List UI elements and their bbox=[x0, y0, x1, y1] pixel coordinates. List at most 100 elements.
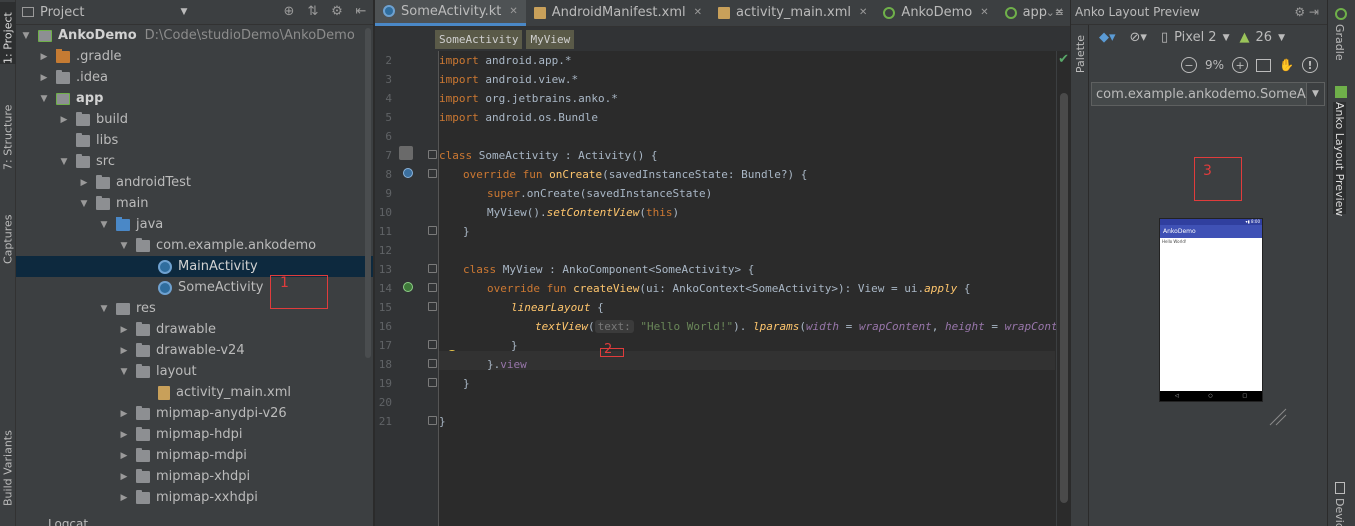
tab-gradle[interactable]: Gradle bbox=[1333, 24, 1346, 61]
tab-ankodemo[interactable]: AnkoDemo ✕ bbox=[875, 0, 996, 26]
editor-scrollbar[interactable]: ✔ bbox=[1056, 51, 1070, 526]
tree-row-androidtest[interactable]: ▶ androidTest bbox=[16, 172, 373, 193]
fold-marker-icon[interactable] bbox=[428, 264, 437, 273]
tree-row-mipmap-xxhdpi[interactable]: ▶ mipmap-xxhdpi bbox=[16, 487, 373, 508]
scroll-thumb[interactable] bbox=[1060, 93, 1068, 503]
chevron-right-icon[interactable]: ▶ bbox=[118, 346, 130, 356]
tab-captures[interactable]: Captures bbox=[0, 194, 16, 264]
fit-screen-icon[interactable] bbox=[1256, 58, 1272, 72]
tree-row-mainactivity[interactable]: MainActivity bbox=[16, 256, 373, 277]
chevron-right-icon[interactable]: ▶ bbox=[78, 178, 90, 188]
logcat-tab[interactable]: Logcat bbox=[48, 517, 88, 526]
collapse-all-icon[interactable]: ⇅ bbox=[305, 4, 321, 19]
tree-row-idea[interactable]: ▶ .idea bbox=[16, 67, 373, 88]
tree-row-src[interactable]: ▼ src bbox=[16, 151, 373, 172]
chevron-down-icon[interactable]: ▼ bbox=[1223, 33, 1230, 43]
chevron-down-icon[interactable]: ▼ bbox=[180, 7, 187, 17]
scroll-from-source-icon[interactable]: ⊕ bbox=[281, 4, 297, 19]
tree-row-mipmap-xhdpi[interactable]: ▶ mipmap-xhdpi bbox=[16, 466, 373, 487]
tree-row-mipmap-anydpi-v26[interactable]: ▶ mipmap-anydpi-v26 bbox=[16, 403, 373, 424]
tree-row-package[interactable]: ▼ com.example.ankodemo bbox=[16, 235, 373, 256]
fold-marker-icon[interactable] bbox=[428, 359, 437, 368]
chevron-down-icon[interactable]: ▼ bbox=[1306, 83, 1324, 105]
fold-marker-icon[interactable] bbox=[428, 150, 437, 159]
chevron-down-icon[interactable]: ▼ bbox=[78, 199, 90, 209]
fold-marker-icon[interactable] bbox=[428, 378, 437, 387]
chevron-right-icon[interactable]: ▶ bbox=[38, 52, 50, 62]
chevron-down-icon[interactable]: ▼ bbox=[98, 220, 110, 230]
class-select[interactable]: com.example.ankodemo.SomeActivity ▼ bbox=[1091, 82, 1325, 106]
device-icon[interactable]: ▯ bbox=[1161, 30, 1168, 45]
tab-palette[interactable]: Palette bbox=[1074, 35, 1087, 73]
layers-icon[interactable]: ◆▾ bbox=[1099, 30, 1116, 45]
chevron-right-icon[interactable]: ▶ bbox=[118, 451, 130, 461]
folder-icon bbox=[136, 426, 150, 441]
close-icon[interactable]: ✕ bbox=[694, 7, 702, 18]
tab-device[interactable]: Device bbox=[1333, 498, 1346, 526]
chevron-down-icon[interactable]: ▼ bbox=[118, 241, 130, 251]
fold-marker-icon[interactable] bbox=[428, 340, 437, 349]
chevron-down-icon[interactable]: ▼ bbox=[38, 94, 50, 104]
chevron-right-icon[interactable]: ▶ bbox=[118, 430, 130, 440]
project-view-label[interactable]: Project bbox=[40, 5, 84, 20]
device-select[interactable]: Pixel 2 bbox=[1174, 30, 1216, 45]
tab-build-variants[interactable]: Build Variants bbox=[0, 410, 16, 506]
gear-icon[interactable]: ⚙ ⇥ bbox=[1294, 5, 1319, 19]
rotate-icon[interactable]: ⊘▾ bbox=[1130, 30, 1147, 45]
chevron-right-icon[interactable]: ▶ bbox=[38, 73, 50, 83]
gear-icon[interactable]: ⚙ bbox=[329, 4, 345, 19]
warning-icon[interactable]: ! bbox=[1302, 57, 1318, 73]
chevron-down-icon[interactable]: ▼ bbox=[20, 31, 32, 41]
breadcrumb-myview[interactable]: MyView bbox=[526, 29, 575, 49]
fold-marker-icon[interactable] bbox=[428, 283, 437, 292]
tab-project[interactable]: 1: Project bbox=[0, 2, 16, 64]
chevron-right-icon[interactable]: ▶ bbox=[118, 493, 130, 503]
tree-row-ankodemo[interactable]: ▼ AnkoDemo D:\Code\studioDemo\AnkoDemo bbox=[16, 25, 373, 46]
tree-row-app[interactable]: ▼ app bbox=[16, 88, 373, 109]
chevron-right-icon[interactable]: ▶ bbox=[58, 115, 70, 125]
code-area[interactable]: import android.app.* import android.view… bbox=[439, 51, 1084, 526]
close-icon[interactable]: ✕ bbox=[509, 6, 517, 17]
close-icon[interactable]: ✕ bbox=[859, 7, 867, 18]
zoom-out-icon[interactable]: − bbox=[1181, 57, 1197, 73]
fold-marker-icon[interactable] bbox=[428, 169, 437, 178]
tab-activity-main-xml[interactable]: activity_main.xml ✕ bbox=[710, 0, 875, 26]
tab-someactivity-kt[interactable]: SomeActivity.kt ✕ bbox=[375, 0, 526, 26]
chevron-down-icon[interactable]: ▼ bbox=[98, 304, 110, 314]
breadcrumb-someactivity[interactable]: SomeActivity bbox=[435, 29, 523, 49]
implement-method-icon[interactable] bbox=[403, 282, 413, 292]
fold-marker-icon[interactable] bbox=[428, 416, 437, 425]
tree-row-mipmap-mdpi[interactable]: ▶ mipmap-mdpi bbox=[16, 445, 373, 466]
tree-row-libs[interactable]: libs bbox=[16, 130, 373, 151]
tree-row-gradle[interactable]: ▶ .gradle bbox=[16, 46, 373, 67]
chevron-right-icon[interactable]: ▶ bbox=[118, 325, 130, 335]
tree-row-build[interactable]: ▶ build bbox=[16, 109, 373, 130]
class-marker-icon[interactable] bbox=[399, 146, 413, 160]
fold-marker-icon[interactable] bbox=[428, 226, 437, 235]
resize-handle-icon[interactable] bbox=[1268, 407, 1288, 427]
tab-overflow-icon[interactable]: ⌄≡ bbox=[1046, 6, 1064, 19]
tab-androidmanifest-xml[interactable]: AndroidManifest.xml ✕ bbox=[526, 0, 710, 26]
tab-structure[interactable]: 7: Structure bbox=[0, 92, 16, 170]
tree-row-layout[interactable]: ▼ layout bbox=[16, 361, 373, 382]
close-icon[interactable]: ✕ bbox=[980, 7, 988, 18]
chevron-down-icon[interactable]: ▼ bbox=[1278, 33, 1285, 43]
tree-row-java[interactable]: ▼ java bbox=[16, 214, 373, 235]
tree-row-mipmap-hdpi[interactable]: ▶ mipmap-hdpi bbox=[16, 424, 373, 445]
chevron-down-icon[interactable]: ▼ bbox=[58, 157, 70, 167]
chevron-down-icon[interactable]: ▼ bbox=[118, 367, 130, 377]
tree-row-drawable-v24[interactable]: ▶ drawable-v24 bbox=[16, 340, 373, 361]
fold-marker-icon[interactable] bbox=[428, 302, 437, 311]
tree-row-main[interactable]: ▼ main bbox=[16, 193, 373, 214]
tree-row-activity-main-xml[interactable]: activity_main.xml bbox=[16, 382, 373, 403]
zoom-in-icon[interactable]: + bbox=[1232, 57, 1249, 73]
tree-row-drawable[interactable]: ▶ drawable bbox=[16, 319, 373, 340]
override-method-icon[interactable] bbox=[403, 168, 413, 178]
chevron-right-icon[interactable]: ▶ bbox=[118, 409, 130, 419]
pan-hand-icon[interactable]: ✋ bbox=[1279, 58, 1294, 72]
api-select[interactable]: 26 bbox=[1256, 30, 1273, 45]
tab-anko-layout-preview[interactable]: Anko Layout Preview bbox=[1333, 102, 1346, 216]
hide-panel-icon[interactable]: ⇤ bbox=[353, 4, 369, 19]
chevron-right-icon[interactable]: ▶ bbox=[118, 472, 130, 482]
tree-item-label: src bbox=[96, 154, 115, 169]
